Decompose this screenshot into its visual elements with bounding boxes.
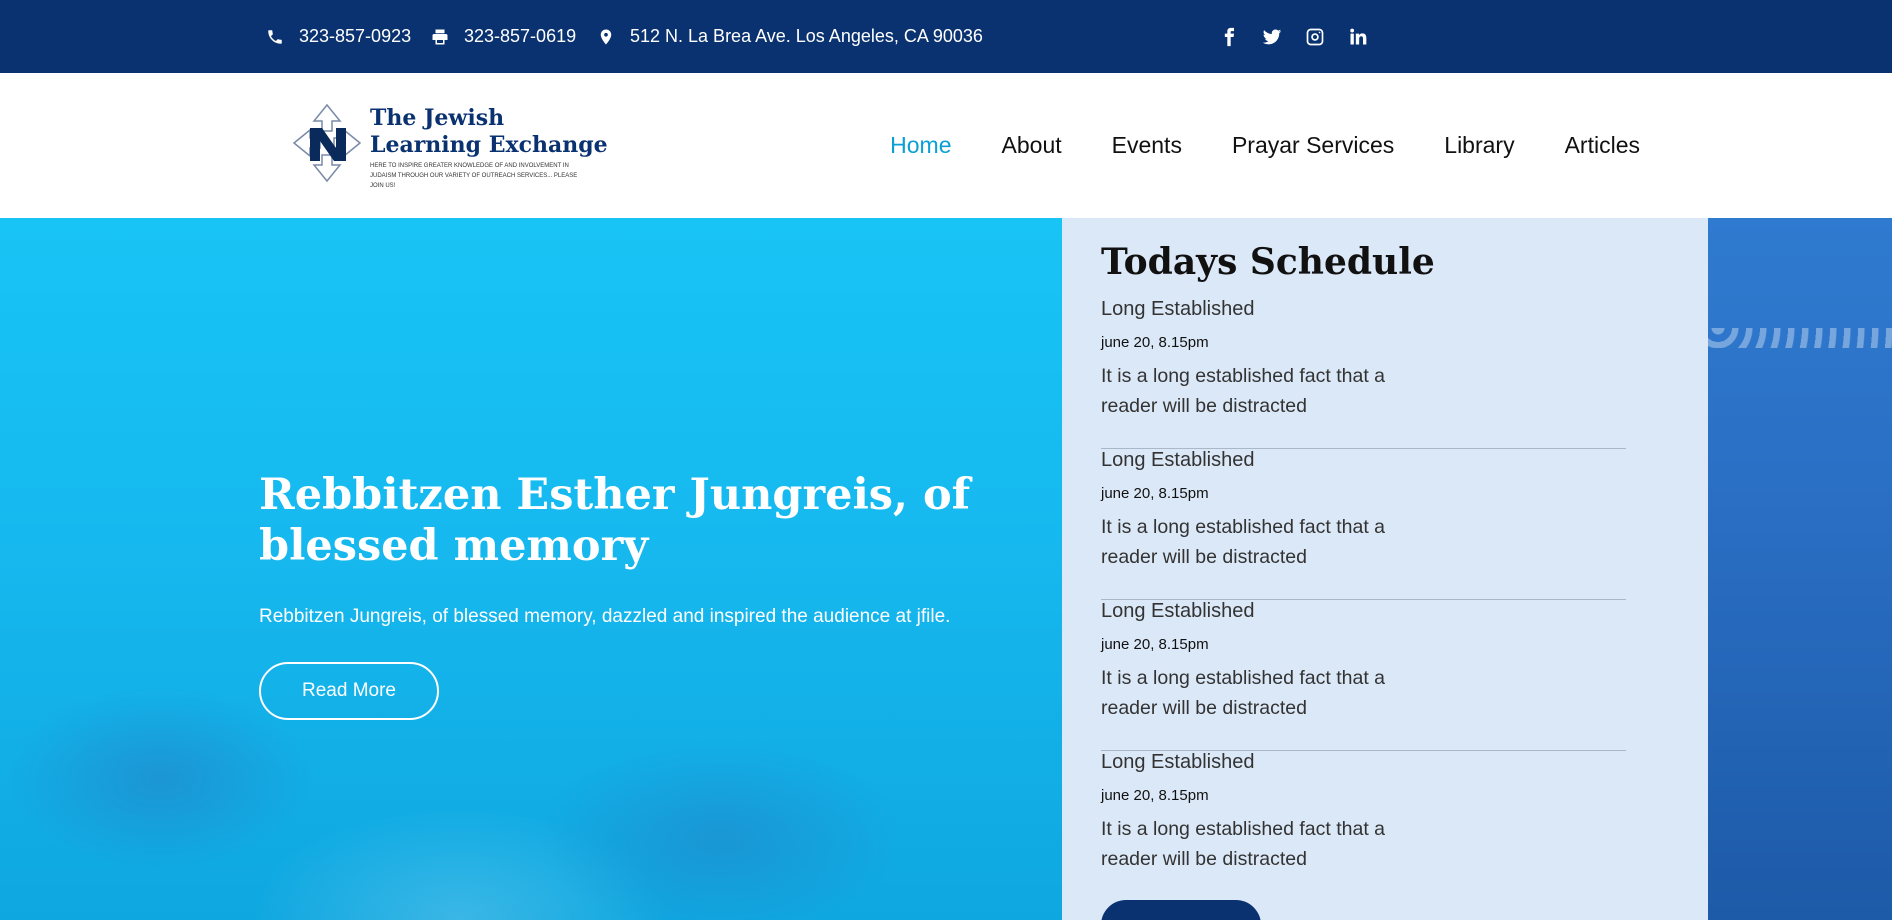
main-nav: Home About Events Prayar Services Librar… [890,73,1640,218]
address-text: 512 N. La Brea Ave. Los Angeles, CA 9003… [630,26,983,46]
schedule-item-title: Long Established [1101,449,1255,471]
logo-tagline: HERE TO INSPIRE GREATER KNOWLEDGE OF AND… [370,163,578,189]
schedule-item-date: june 20, 8.15pm [1101,636,1209,653]
nav-library[interactable]: Library [1444,132,1514,159]
logo-title-line2: Learning Exchange [370,132,608,158]
phone-contact[interactable]: 323-857-0923 [266,0,411,73]
nav-articles[interactable]: Articles [1565,132,1640,159]
printer-icon [432,29,448,44]
instagram-icon[interactable] [1304,26,1325,47]
fax-contact[interactable]: 323-857-0619 [431,0,576,73]
schedule-item-description: It is a long established fact that a rea… [1101,667,1386,719]
logo-mark-icon [292,103,362,183]
schedule-item[interactable]: Long Established june 20, 8.15pm It is a… [1101,449,1626,600]
twitter-icon[interactable] [1261,26,1282,47]
phone-number: 323-857-0923 [299,26,412,46]
schedule-view-all-button[interactable] [1101,900,1261,920]
facebook-icon[interactable] [1218,26,1239,47]
schedule-item[interactable]: Long Established june 20, 8.15pm It is a… [1101,751,1626,902]
schedule-item-title: Long Established [1101,751,1255,773]
schedule-item-title: Long Established [1101,298,1255,320]
schedule-item-date: june 20, 8.15pm [1101,485,1209,502]
read-more-button[interactable]: Read More [259,662,439,720]
fax-number: 323-857-0619 [464,26,577,46]
social-links [1218,0,1368,73]
hero-description: Rebbitzen Jungreis, of blessed memory, d… [259,606,951,627]
schedule-title: Todays Schedule [1101,241,1435,283]
schedule-item-description: It is a long established fact that a rea… [1101,516,1386,568]
schedule-item-date: june 20, 8.15pm [1101,787,1209,804]
hero-background-image [1708,218,1892,920]
schedule-item-title: Long Established [1101,600,1255,622]
schedule-panel: Todays Schedule Long Established june 20… [1062,218,1708,920]
nav-home[interactable]: Home [890,132,951,159]
schedule-item-date: june 20, 8.15pm [1101,334,1209,351]
nav-events[interactable]: Events [1112,132,1182,159]
schedule-item[interactable]: Long Established june 20, 8.15pm It is a… [1101,600,1626,751]
location-pin-icon [600,29,612,44]
schedule-item[interactable]: Long Established june 20, 8.15pm It is a… [1101,298,1626,449]
nav-prayar-services[interactable]: Prayar Services [1232,132,1394,159]
schedule-item-description: It is a long established fact that a rea… [1101,818,1386,870]
nav-about[interactable]: About [1002,132,1062,159]
site-logo[interactable]: The Jewish Learning Exchange HERE TO INS… [292,103,608,193]
schedule-item-description: It is a long established fact that a rea… [1101,365,1386,417]
phone-icon [268,29,282,44]
logo-title: The Jewish Learning Exchange [370,105,608,159]
linkedin-icon[interactable] [1347,26,1368,47]
top-bar: 323-857-0923 323-857-0619 512 N. La Brea… [0,0,1892,73]
hero-title: Rebbitzen Esther Jungreis, of blessed me… [259,470,971,571]
address-contact[interactable]: 512 N. La Brea Ave. Los Angeles, CA 9003… [597,0,983,73]
logo-title-line1: The Jewish [370,105,505,131]
hero-section: Rebbitzen Esther Jungreis, of blessed me… [0,218,1892,920]
site-header: The Jewish Learning Exchange HERE TO INS… [0,73,1892,218]
